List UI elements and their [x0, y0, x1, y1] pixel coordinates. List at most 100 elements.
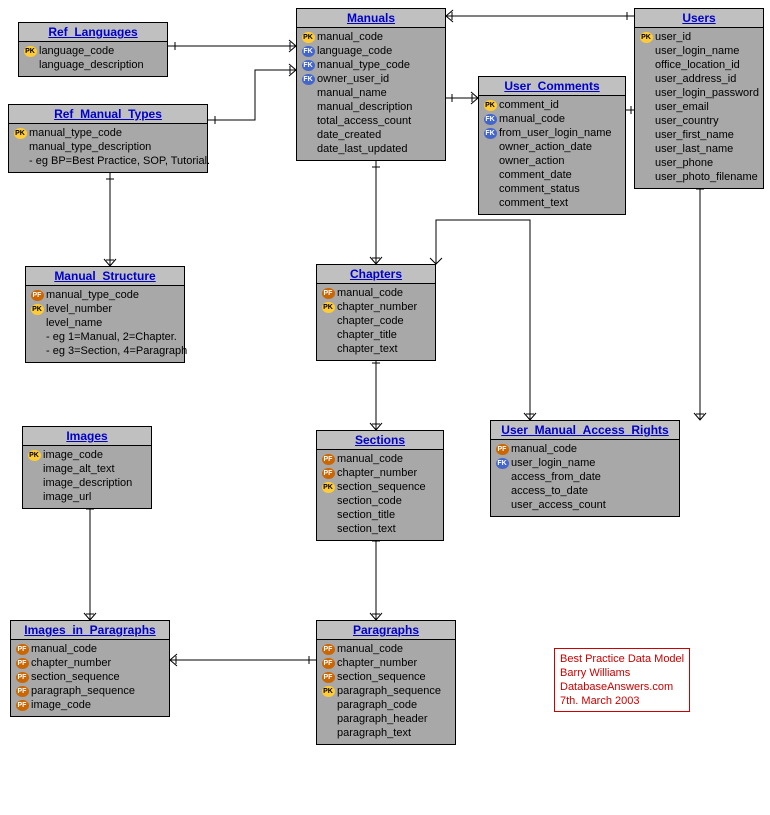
- pf-badge-icon: PF: [16, 644, 29, 655]
- field-row: PKlevel_number: [30, 302, 180, 316]
- pk-badge-icon: PK: [24, 46, 37, 57]
- field-name: owner_action: [499, 154, 564, 168]
- field-row: PFmanual_code: [321, 286, 431, 300]
- fk-badge-icon: FK: [302, 74, 315, 85]
- field-row: section_text: [321, 522, 439, 536]
- entity-body: PFmanual_codeFKuser_login_nameaccess_fro…: [491, 440, 679, 516]
- field-row: level_name: [30, 316, 180, 330]
- field-row: image_description: [27, 476, 147, 490]
- field-name: office_location_id: [655, 58, 740, 72]
- field-row: comment_text: [483, 196, 621, 210]
- field-row: PFmanual_type_code: [30, 288, 180, 302]
- field-row: user_photo_filename: [639, 170, 759, 184]
- field-row: owner_action_date: [483, 140, 621, 154]
- entity-manuals: ManualsPKmanual_codeFKlanguage_codeFKman…: [296, 8, 446, 161]
- field-name: user_login_name: [511, 456, 595, 470]
- field-row: PKparagraph_sequence: [321, 684, 451, 698]
- field-name: section_sequence: [337, 480, 426, 494]
- field-row: comment_status: [483, 182, 621, 196]
- field-name: manual_code: [337, 452, 403, 466]
- entity-body: PFmanual_codePFchapter_numberPFsection_s…: [11, 640, 169, 716]
- entity-body: PKuser_iduser_login_nameoffice_location_…: [635, 28, 763, 188]
- field-row: paragraph_code: [321, 698, 451, 712]
- field-name: image_url: [43, 490, 91, 504]
- field-row: language_description: [23, 58, 163, 72]
- entity-title: Manuals: [297, 9, 445, 28]
- entity-sections: SectionsPFmanual_codePFchapter_numberPKs…: [316, 430, 444, 541]
- field-name: access_to_date: [511, 484, 588, 498]
- entity-images_in_paragraphs: Images_in_ParagraphsPFmanual_codePFchapt…: [10, 620, 170, 717]
- field-name: user_photo_filename: [655, 170, 758, 184]
- field-name: user_login_name: [655, 44, 739, 58]
- field-row: PFparagraph_sequence: [15, 684, 165, 698]
- field-row: access_to_date: [495, 484, 675, 498]
- fk-badge-icon: FK: [302, 60, 315, 71]
- field-name: comment_status: [499, 182, 580, 196]
- field-name: chapter_number: [31, 656, 111, 670]
- field-row: chapter_title: [321, 328, 431, 342]
- field-name: chapter_number: [337, 300, 417, 314]
- field-row: section_title: [321, 508, 439, 522]
- entity-title: User_Comments: [479, 77, 625, 96]
- entity-title: Manual_Structure: [26, 267, 184, 286]
- field-name: manual_code: [337, 642, 403, 656]
- entity-manual_structure: Manual_Structure PFmanual_type_codePKleve…: [25, 266, 185, 363]
- field-row: chapter_text: [321, 342, 431, 356]
- field-name: owner_user_id: [317, 72, 389, 86]
- field-name: owner_action_date: [499, 140, 592, 154]
- field-row: PKsection_sequence: [321, 480, 439, 494]
- field-row: PFchapter_number: [15, 656, 165, 670]
- entity-title: Ref_Manual_Types: [9, 105, 207, 124]
- fk-badge-icon: FK: [484, 114, 497, 125]
- field-name: paragraph_text: [337, 726, 411, 740]
- field-name: level_number: [46, 302, 112, 316]
- field-name: section_sequence: [337, 670, 426, 684]
- fk-badge-icon: FK: [484, 128, 497, 139]
- pf-badge-icon: PF: [496, 444, 509, 455]
- field-row: FKlanguage_code: [301, 44, 441, 58]
- field-name: level_name: [46, 316, 102, 330]
- field-name: user_id: [655, 30, 691, 44]
- field-row: PKchapter_number: [321, 300, 431, 314]
- entity-images: ImagesPKimage_codeimage_alt_textimage_de…: [22, 426, 152, 509]
- field-row: comment_date: [483, 168, 621, 182]
- field-row: PFchapter_number: [321, 466, 439, 480]
- field-name: paragraph_code: [337, 698, 417, 712]
- credit-line: DatabaseAnswers.com: [560, 680, 684, 694]
- field-name: section_text: [337, 522, 396, 536]
- credit-line: 7th. March 2003: [560, 694, 684, 708]
- field-name: user_email: [655, 100, 709, 114]
- field-row: office_location_id: [639, 58, 759, 72]
- pk-badge-icon: PK: [302, 32, 315, 43]
- field-row: FKfrom_user_login_name: [483, 126, 621, 140]
- field-row: image_alt_text: [27, 462, 147, 476]
- field-row: PFimage_code: [15, 698, 165, 712]
- field-name: section_code: [337, 494, 402, 508]
- pk-badge-icon: PK: [14, 128, 27, 139]
- field-name: chapter_title: [337, 328, 397, 342]
- field-name: user_phone: [655, 156, 713, 170]
- field-name: manual_code: [31, 642, 97, 656]
- field-row: PFmanual_code: [15, 642, 165, 656]
- entity-body: PFmanual_codePFchapter_numberPFsection_s…: [317, 640, 455, 744]
- pf-badge-icon: PF: [16, 658, 29, 669]
- field-row: date_last_updated: [301, 142, 441, 156]
- field-row: manual_description: [301, 100, 441, 114]
- entity-title: Sections: [317, 431, 443, 450]
- field-name: total_access_count: [317, 114, 411, 128]
- pk-badge-icon: PK: [640, 32, 653, 43]
- entity-user_manual_access_rights: User_Manual_Access_RightsPFmanual_codeFK…: [490, 420, 680, 517]
- field-name: date_last_updated: [317, 142, 408, 156]
- field-name: user_login_password: [655, 86, 759, 100]
- field-name: user_last_name: [655, 142, 733, 156]
- entity-ref_languages: Ref_LanguagesPKlanguage_codelanguage_des…: [18, 22, 168, 77]
- field-name: user_first_name: [655, 128, 734, 142]
- pk-badge-icon: PK: [322, 302, 335, 313]
- pf-badge-icon: PF: [16, 672, 29, 683]
- field-row: manual_name: [301, 86, 441, 100]
- field-row: FKmanual_type_code: [301, 58, 441, 72]
- field-row: user_country: [639, 114, 759, 128]
- field-row: PFchapter_number: [321, 656, 451, 670]
- field-name: manual_code: [511, 442, 577, 456]
- credit-line: Best Practice Data Model: [560, 652, 684, 666]
